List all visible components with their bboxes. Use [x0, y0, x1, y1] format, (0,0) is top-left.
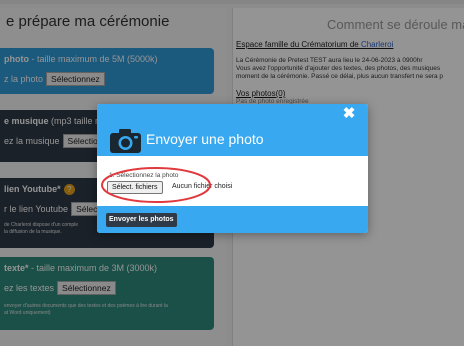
- camera-icon: [110, 129, 141, 153]
- upload-photo-modal: Envoyer une photo ✖ 1. Sélectionnez la p…: [97, 104, 368, 233]
- modal-footer: Envoyer les photos: [97, 206, 368, 233]
- select-photo-label: 1. Sélectionnez la photo: [109, 172, 179, 179]
- choose-file-button[interactable]: Sélect. fichiers: [107, 181, 163, 194]
- modal-title: Envoyer une photo: [146, 131, 264, 147]
- close-icon[interactable]: ✖: [342, 106, 356, 121]
- send-photos-button[interactable]: Envoyer les photos: [106, 213, 177, 227]
- modal-body: 1. Sélectionnez la photo Sélect. fichier…: [97, 156, 368, 206]
- modal-header: Envoyer une photo ✖: [97, 104, 368, 156]
- file-status-text: Aucun fichier choisi: [172, 183, 233, 190]
